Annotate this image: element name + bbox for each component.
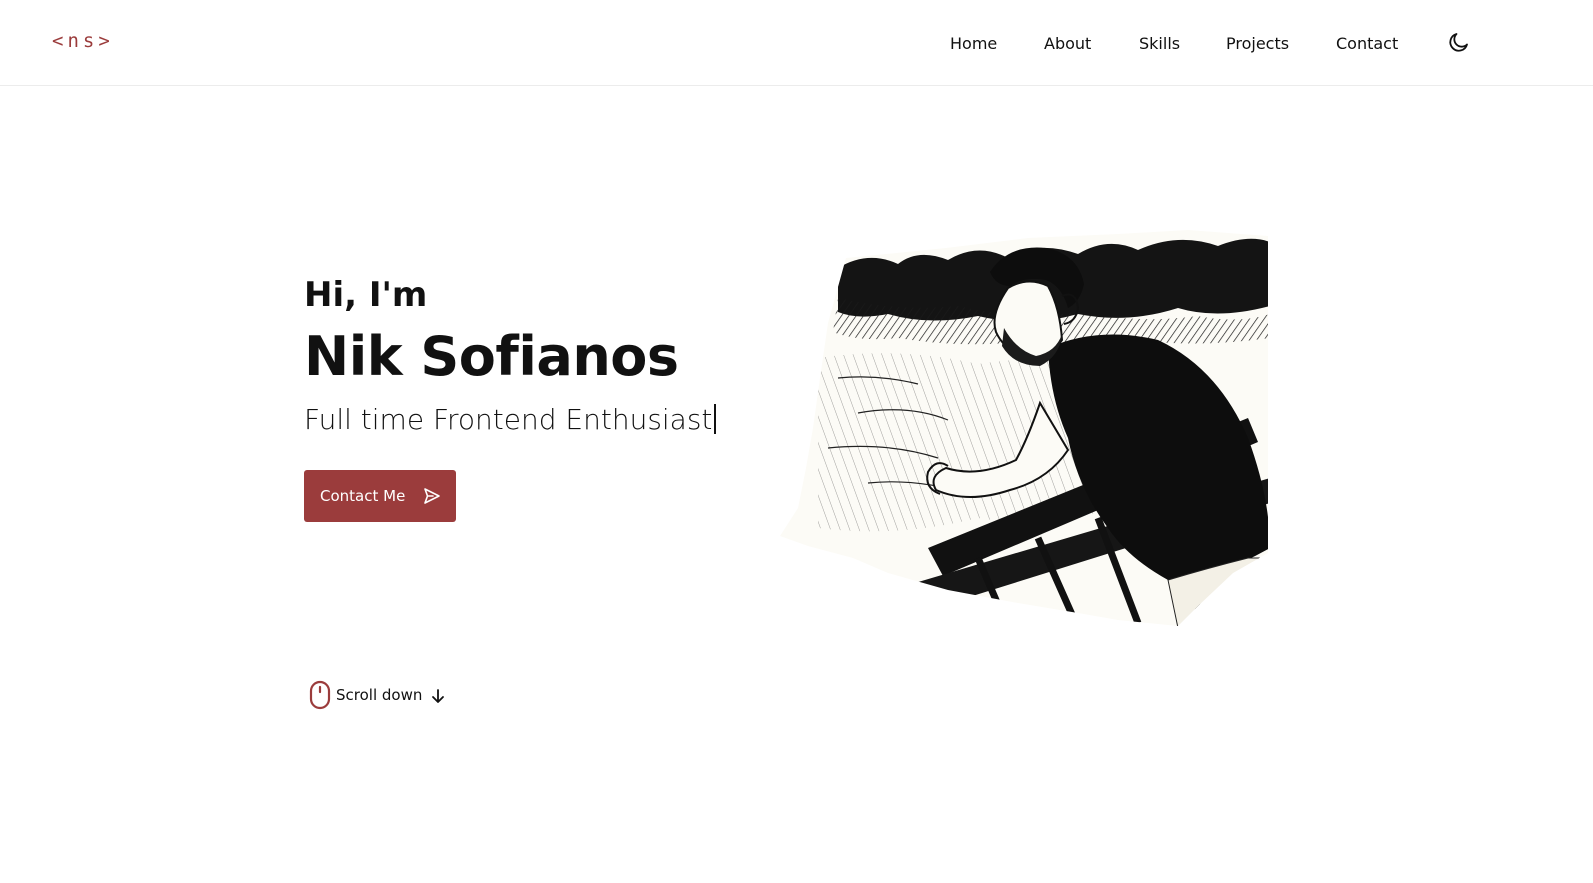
hero-name: Nik Sofianos <box>304 325 679 388</box>
moon-icon <box>1449 33 1468 52</box>
nav-link-projects[interactable]: Projects <box>1226 34 1289 53</box>
mouse-icon <box>309 680 331 710</box>
nav-link-contact[interactable]: Contact <box>1336 34 1398 53</box>
hero-tagline: Full time Frontend Enthusiast <box>304 403 717 436</box>
hero-greeting: Hi, I'm <box>304 275 428 315</box>
profile-image <box>780 230 1268 626</box>
scroll-down-label: Scroll down <box>336 686 423 704</box>
hero-tagline-text: Full time Frontend Enthusiast <box>304 403 713 436</box>
nav-link-home[interactable]: Home <box>950 34 997 53</box>
contact-me-label: Contact Me <box>320 487 406 505</box>
nav-link-skills[interactable]: Skills <box>1139 34 1180 53</box>
theme-toggle-button[interactable] <box>1447 30 1471 54</box>
send-icon <box>424 488 440 504</box>
main-nav: Home About Skills Projects Contact <box>0 34 1593 58</box>
arrow-down-icon <box>432 689 444 703</box>
site-header: <ns> Home About Skills Projects Contact <box>0 0 1593 86</box>
contact-me-button[interactable]: Contact Me <box>304 470 456 522</box>
nav-link-about[interactable]: About <box>1044 34 1091 53</box>
typing-caret <box>714 404 717 434</box>
